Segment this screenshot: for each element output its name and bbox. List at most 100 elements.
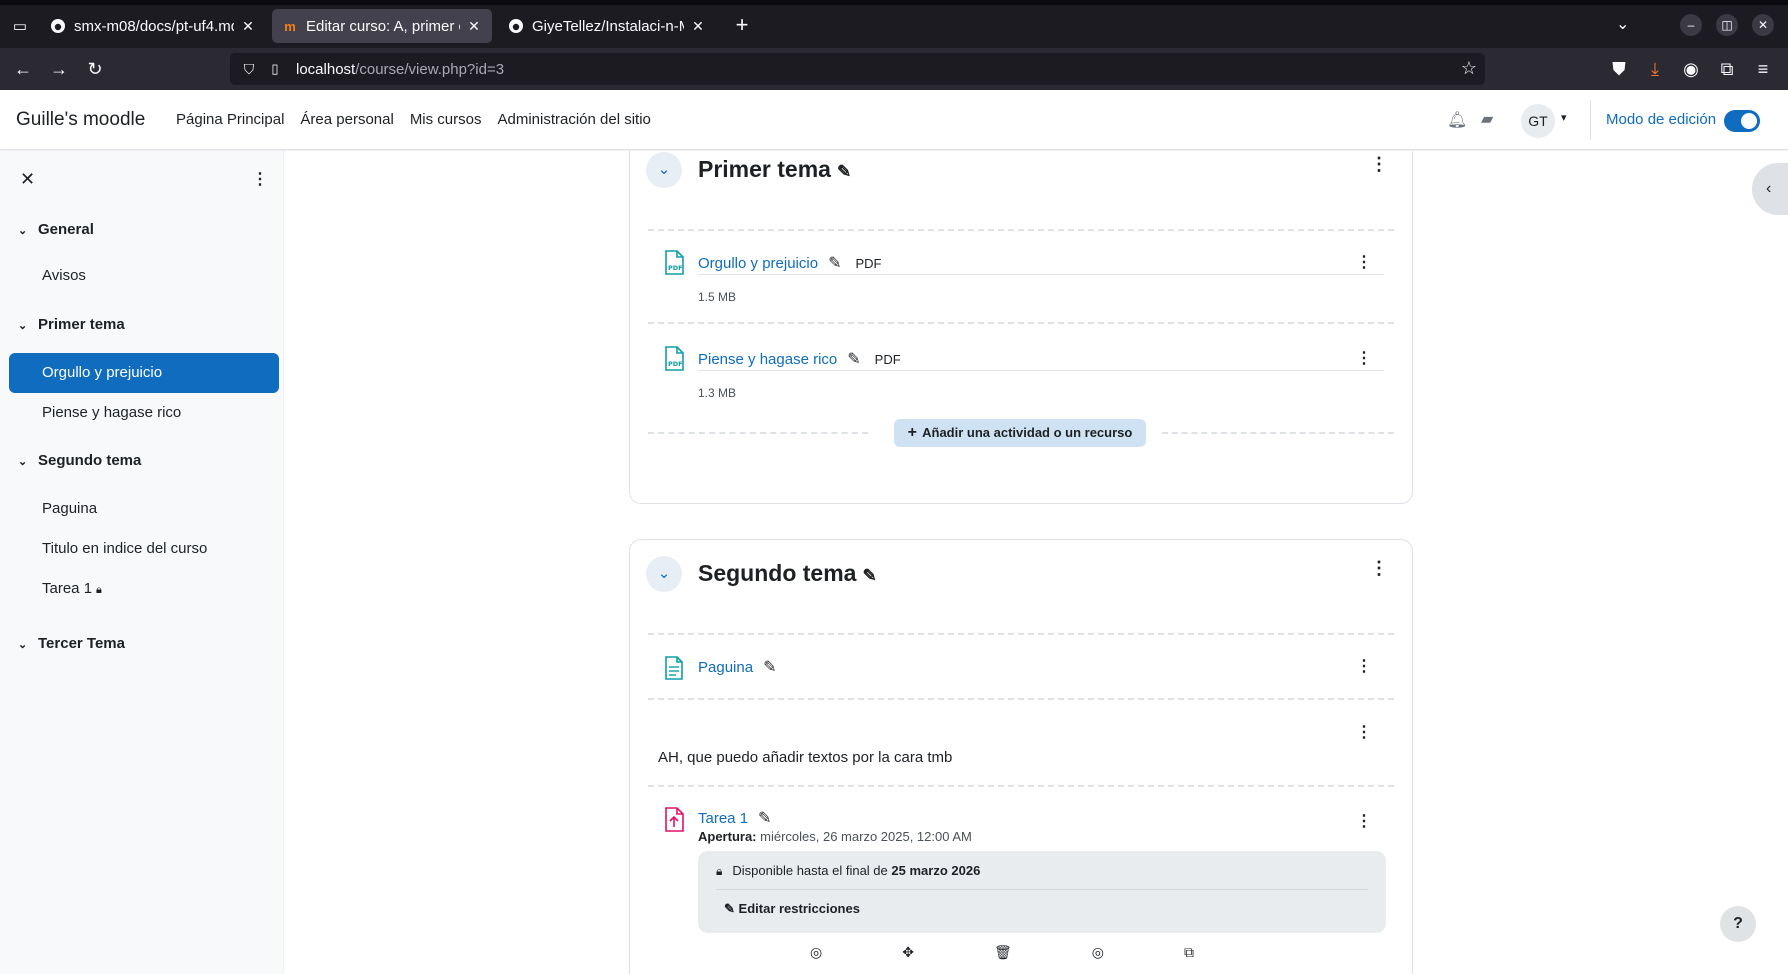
pencil-icon[interactable]: ✎ xyxy=(847,351,860,368)
chevron-down-icon[interactable]: ▾ xyxy=(1561,111,1567,124)
add-divider-right xyxy=(1162,432,1394,434)
nav-site-admin[interactable]: Administración del sitio xyxy=(498,111,651,128)
pencil-icon[interactable]: ✎ xyxy=(862,566,876,586)
course-index-section[interactable]: ⌄ Tercer Tema xyxy=(18,635,125,652)
activity-link[interactable]: Paguina ✎ xyxy=(698,657,776,677)
edit-mode-toggle[interactable] xyxy=(1724,110,1760,132)
activity-link[interactable]: Tarea 1 ✎ xyxy=(698,808,771,828)
browser-tab-active[interactable]: m Editar curso: A, primer cu ✕ xyxy=(272,9,492,43)
back-icon[interactable]: ← xyxy=(10,56,36,82)
reload-icon[interactable]: ↻ xyxy=(82,56,108,82)
activity-menu-icon[interactable]: ⋮ xyxy=(1356,811,1372,831)
chat-icon[interactable]: ▰ xyxy=(1481,109,1493,129)
tab-overflow-chevron-icon[interactable]: ⌄ xyxy=(1616,14,1629,34)
close-window-icon[interactable]: ✕ xyxy=(1752,14,1774,36)
section-card-primer-tema: ⌄ Primer tema ✎ ⋮ PDF Orgullo y prejuicio… xyxy=(629,151,1413,504)
pencil-icon[interactable]: ✎ xyxy=(763,659,776,676)
browser-tab[interactable]: smx-m08/docs/pt-uf4.md ✕ xyxy=(40,9,266,43)
activity-link[interactable]: Orgullo y prejuicio ✎ PDF xyxy=(698,253,881,273)
menu-icon[interactable]: ≡ xyxy=(1750,56,1776,82)
course-index-item[interactable]: Avisos xyxy=(9,256,279,296)
collapse-chevron-icon[interactable]: ⌄ xyxy=(646,556,682,592)
svg-text:PDF: PDF xyxy=(668,360,683,368)
avatar[interactable]: GT xyxy=(1521,104,1555,138)
section-card-segundo-tema: ⌄ Segundo tema ✎ ⋮ Paguina ✎ ⋮ ⋮ AH, que p… xyxy=(629,539,1413,974)
tab-title: smx-m08/docs/pt-uf4.md xyxy=(74,17,234,35)
new-tab-icon[interactable]: + xyxy=(730,14,754,38)
add-divider-left xyxy=(648,432,868,434)
pocket-icon[interactable]: ⛊ xyxy=(1606,56,1632,82)
site-brand[interactable]: Guille's moodle xyxy=(16,109,145,131)
lock-icon: 🔒︎ xyxy=(96,584,102,596)
edit-restrictions-link[interactable]: ✎ Editar restricciones xyxy=(724,901,860,917)
close-tab-icon[interactable]: ✕ xyxy=(466,18,482,35)
extensions-icon[interactable]: ⧉ xyxy=(1714,56,1740,82)
browser-tab[interactable]: GiyeTellez/Instalaci-n-Mo ✕ xyxy=(498,9,716,43)
chevron-down-icon[interactable]: ⌄ xyxy=(18,638,38,651)
restriction-divider xyxy=(716,889,1368,890)
address-bar[interactable]: ⛉ ▯ localhost/course/view.php?id=3 ☆ xyxy=(230,53,1485,85)
course-index-item[interactable]: Titulo en indice del curso xyxy=(9,529,279,569)
more-options-icon[interactable]: ⋮ xyxy=(252,169,268,189)
activity-separator xyxy=(648,785,1394,787)
chevron-down-icon[interactable]: ⌄ xyxy=(18,455,38,468)
close-tab-icon[interactable]: ✕ xyxy=(240,18,256,35)
nav-my-courses[interactable]: Mis cursos xyxy=(410,111,482,128)
account-icon[interactable]: ◉ xyxy=(1678,56,1704,82)
nav-home[interactable]: Página Principal xyxy=(176,111,284,128)
bookmark-star-icon[interactable]: ☆ xyxy=(1461,58,1477,79)
label-menu-icon[interactable]: ⋮ xyxy=(1356,722,1372,742)
course-index-drawer: ✕ ⋮ ⌄ General Avisos ⌄ Primer tema Orgullo… xyxy=(0,151,284,974)
course-index-section[interactable]: ⌄ General xyxy=(18,221,94,238)
copy-icon[interactable]: ⧉ xyxy=(1184,944,1194,961)
forward-icon[interactable]: → xyxy=(46,56,72,82)
pdf-file-icon: PDF xyxy=(662,249,686,277)
shield-icon[interactable]: ⛉ xyxy=(234,61,264,78)
chevron-down-icon[interactable]: ⌄ xyxy=(18,224,38,237)
activity-menu-icon[interactable]: ⋮ xyxy=(1356,252,1372,272)
svg-text:PDF: PDF xyxy=(668,264,683,272)
close-icon[interactable]: ✕ xyxy=(20,169,35,190)
page-info-icon[interactable]: ▯ xyxy=(264,61,286,77)
activity-menu-icon[interactable]: ⋮ xyxy=(1356,656,1372,676)
hide-eye-icon[interactable]: ◎ xyxy=(810,944,822,961)
course-index-section[interactable]: ⌄ Primer tema xyxy=(18,316,125,333)
tab-list-icon[interactable]: ▭ xyxy=(8,16,32,38)
file-size: 1.3 MB xyxy=(698,386,737,400)
pencil-icon[interactable]: ✎ xyxy=(758,810,771,827)
restore-icon[interactable]: ◫ xyxy=(1716,14,1738,36)
pencil-icon[interactable]: ✎ xyxy=(837,162,851,182)
activity-menu-icon[interactable]: ⋮ xyxy=(1356,348,1372,368)
course-index-item-active[interactable]: Orgullo y prejuicio xyxy=(9,353,279,393)
bell-icon[interactable]: 🔔︎ xyxy=(1447,110,1467,130)
move-icon[interactable]: ✥ xyxy=(902,944,914,961)
section-divider xyxy=(648,633,1394,635)
activity-divider xyxy=(698,370,1384,371)
course-index-item[interactable]: Piense y hagase rico xyxy=(9,393,279,433)
course-index-item[interactable]: Tarea 1 🔒︎ xyxy=(9,569,279,609)
activity-link[interactable]: Piense y hagase rico ✎ PDF xyxy=(698,349,901,369)
course-content: ⌄ Primer tema ✎ ⋮ PDF Orgullo y prejuicio… xyxy=(285,151,1788,974)
activity-divider xyxy=(698,274,1384,275)
download-icon[interactable]: ⤓ xyxy=(1642,56,1668,82)
section-menu-icon[interactable]: ⋮ xyxy=(1370,154,1388,175)
nav-dashboard[interactable]: Área personal xyxy=(300,111,393,128)
close-tab-icon[interactable]: ✕ xyxy=(690,18,706,35)
divider xyxy=(1590,100,1591,140)
course-index-item[interactable]: Paguina xyxy=(9,489,279,529)
tab-title: Editar curso: A, primer cu xyxy=(306,17,460,35)
collapse-chevron-icon[interactable]: ⌄ xyxy=(646,152,682,188)
minimize-icon[interactable]: – xyxy=(1680,14,1702,36)
section-menu-icon[interactable]: ⋮ xyxy=(1370,558,1388,579)
chevron-down-icon[interactable]: ⌄ xyxy=(18,319,38,332)
help-button[interactable]: ? xyxy=(1720,906,1756,942)
course-index-section[interactable]: ⌄ Segundo tema xyxy=(18,452,141,469)
activity-separator xyxy=(648,322,1394,324)
add-activity-button[interactable]: + Añadir una actividad o un recurso xyxy=(894,419,1146,447)
trash-icon[interactable]: 🗑︎ xyxy=(994,944,1012,961)
hide-eye-icon[interactable]: ◎ xyxy=(1092,944,1104,961)
site-navbar: Guille's moodle Página Principal Área pe… xyxy=(0,90,1788,150)
pencil-icon[interactable]: ✎ xyxy=(828,255,841,272)
restriction-text: 🔒︎ Disponible hasta el final de 25 marzo … xyxy=(716,863,981,878)
edit-mode-label: Modo de edición xyxy=(1606,111,1717,128)
